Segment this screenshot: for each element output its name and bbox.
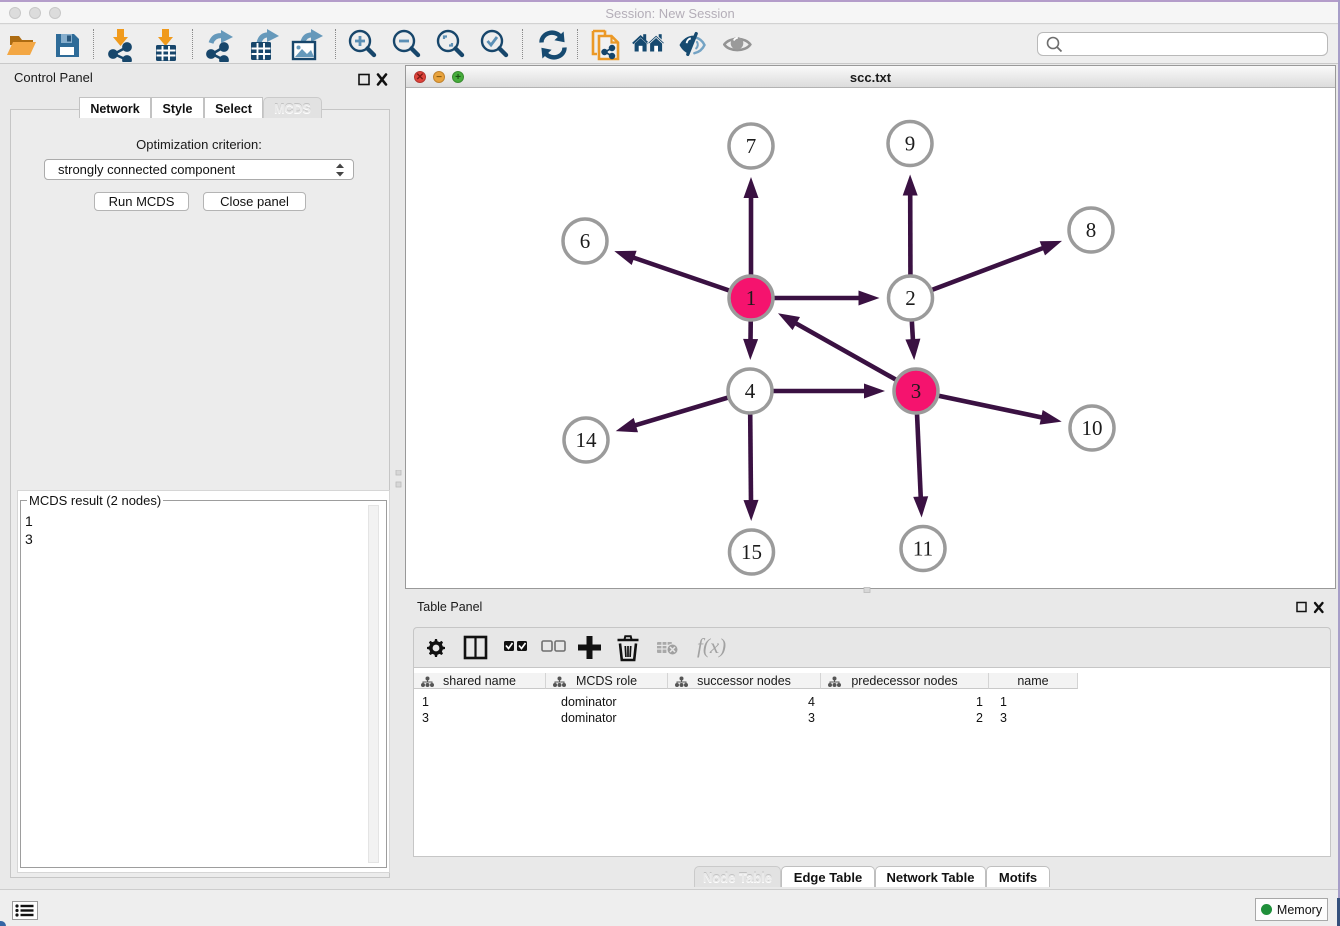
svg-text:6: 6: [580, 229, 591, 253]
svg-text:f(x): f(x): [697, 634, 726, 658]
svg-text:9: 9: [905, 132, 916, 156]
svg-text:4: 4: [745, 379, 756, 403]
svg-text:15: 15: [741, 540, 762, 564]
svg-text:14: 14: [576, 428, 598, 452]
svg-text:7: 7: [746, 134, 757, 158]
svg-text:10: 10: [1082, 416, 1103, 440]
svg-text:1: 1: [746, 286, 757, 310]
svg-text:3: 3: [911, 379, 922, 403]
svg-text:2: 2: [905, 286, 916, 310]
svg-text:8: 8: [1086, 218, 1097, 242]
svg-text:11: 11: [913, 537, 933, 561]
